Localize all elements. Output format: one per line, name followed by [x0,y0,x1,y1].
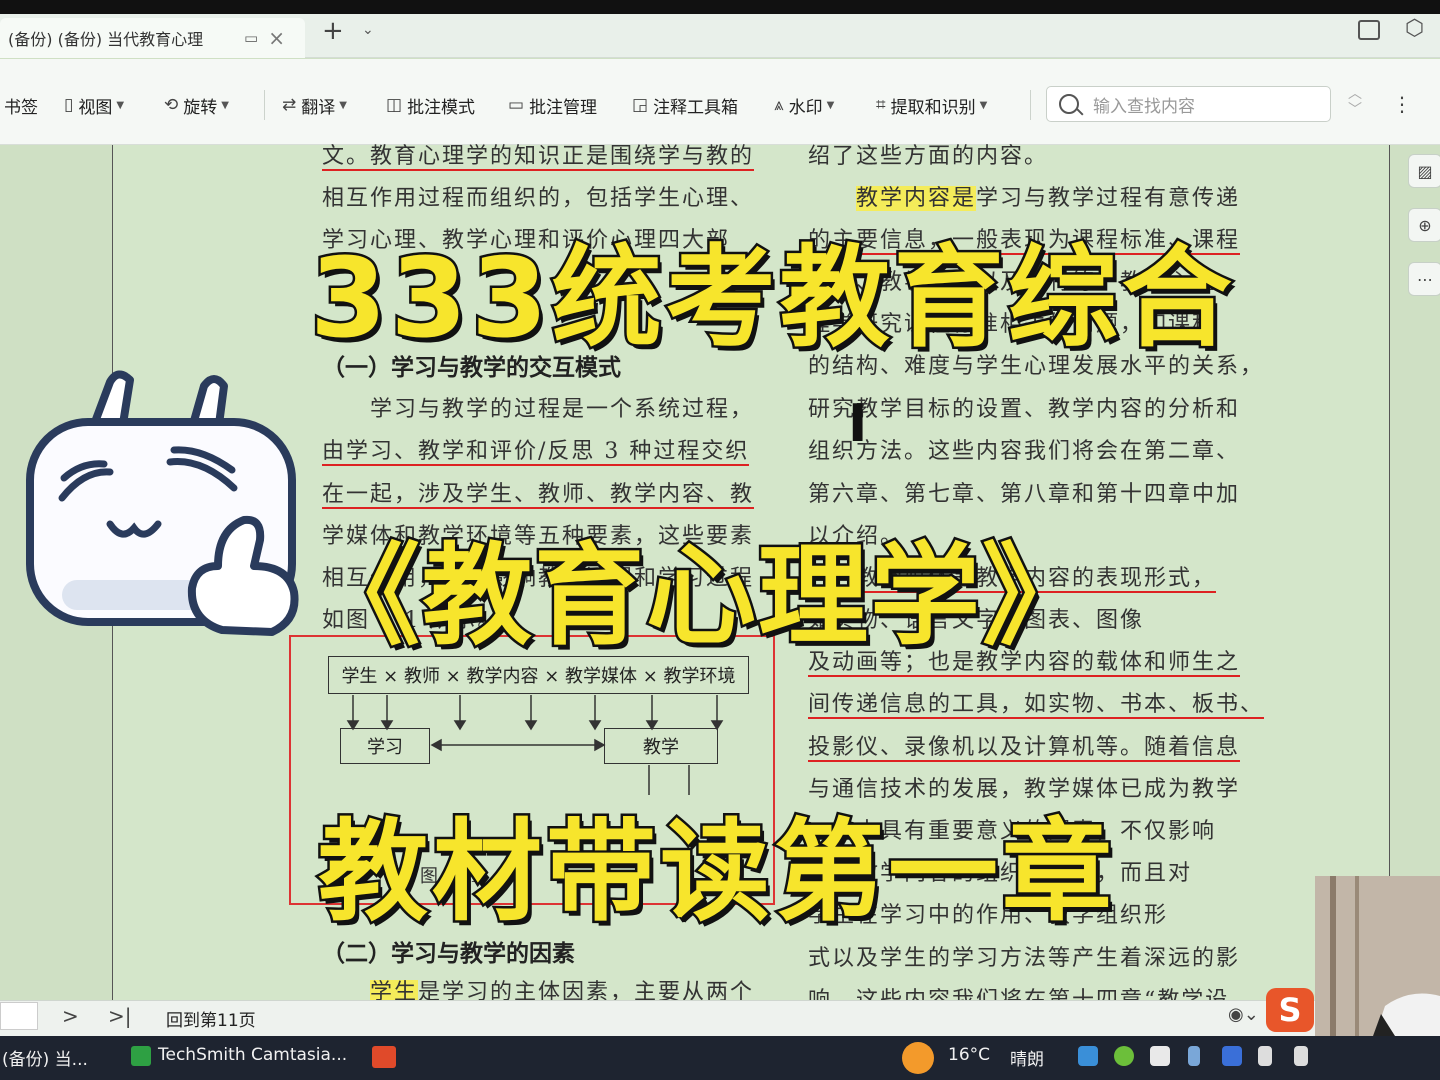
bookmark-button[interactable]: 书签 [4,92,38,118]
text-line: 在一起，涉及学生、教师、教学内容、教 [322,482,755,509]
side-tools: ▨ ⊕ ⋯ [1402,150,1440,300]
annotation-tools-icon: ◲ [632,95,649,115]
bookmark-label: 书签 [4,97,38,118]
annotation-manage-label: 批注管理 [529,97,598,118]
tab-document[interactable]: (备份) (备份) 当代教育心理 ▭ × [0,18,305,58]
weather-sun-icon [902,1042,934,1074]
toolbar-divider [264,90,265,120]
text-line: 间传递信息的工具，如实物、书本、板书、 [808,692,1265,719]
extract-label: 提取和识别 [890,97,976,118]
annotation-mode-button[interactable]: ◫ 批注模式 [386,92,475,118]
chevron-down-icon: ▼ [979,99,988,111]
annotation-mode-label: 批注模式 [407,97,476,118]
search-placeholder: 输入查找内容 [1093,96,1195,117]
text-line: 由学习、教学和评价/反思 3 种过程交织 [322,439,750,466]
image-tool-icon[interactable]: ▨ [1408,154,1440,188]
watermark-icon: ⩓ [774,95,784,115]
shield-icon[interactable] [1150,1046,1170,1066]
webcam-overlay [1315,876,1440,1036]
annotation-mode-icon: ◫ [386,95,403,115]
chevron-down-icon: ▼ [339,99,347,111]
comment-icon: ▭ [508,95,525,115]
view-button[interactable]: ▯ 视图 ▼ [64,92,124,118]
camtasia-icon [131,1046,151,1066]
text-line: 组织方法。这些内容我们将会在第二章、 [808,439,1241,464]
search-icon [1059,94,1079,114]
text-line: 研究教学目标的设置、教学内容的分析和 [808,397,1241,422]
toolbar-divider [1030,90,1031,120]
monitor-icon[interactable]: ▭ [244,29,258,47]
chevron-down-icon: ▼ [221,99,229,111]
tray-app-icon[interactable] [1258,1046,1272,1066]
view-label: 视图 [78,97,113,118]
search-input[interactable]: 输入查找内容 [1046,86,1331,122]
figure-learning-box: 学习 [340,728,430,764]
figure-teaching-box: 教学 [604,728,718,764]
next-page-button[interactable]: > [62,1004,79,1028]
taskbar-item-document[interactable]: (备份) 当... [2,1045,88,1070]
chevron-down-icon: ▼ [116,99,125,111]
security-icon[interactable] [1222,1046,1242,1066]
cube-icon[interactable]: ⬡ [1405,16,1424,41]
weather-text: 晴朗 [1010,1050,1044,1070]
tray-app-icon[interactable] [1294,1046,1308,1066]
back-to-page-link[interactable]: 回到第11页 [166,1006,256,1031]
mascot-sticker [26,370,299,636]
annotation-tools-button[interactable]: ◲ 注释工具箱 [632,92,738,118]
translate-icon: ⇄ [282,95,297,115]
zoom-in-icon[interactable]: ⊕ [1408,208,1440,242]
translate-button[interactable]: ⇄ 翻译 ▼ [282,92,347,118]
extract-button[interactable]: ⌗ 提取和识别 ▼ [876,92,987,118]
top-strip [0,0,1440,14]
text-line: 文。教育心理学的知识正是围绕学与教的 [322,144,755,171]
tab-title: (备份) (备份) 当代教育心理 [8,30,204,49]
text-line: 学习与教学的过程是一个系统过程， [370,397,755,422]
app-icon[interactable] [372,1046,396,1068]
taskbar-item-camtasia[interactable]: TechSmith Camtasia... [158,1045,347,1065]
chevron-down-icon: ▼ [826,99,835,111]
more-options-icon[interactable]: ⋮ [1392,92,1412,116]
text-line: 式以及学生的学习方法等产生着深远的影 [808,946,1241,971]
usb-icon[interactable] [1188,1046,1200,1066]
rotate-button[interactable]: ⟲ 旋转 ▼ [164,92,229,118]
last-page-button[interactable]: >| [108,1004,132,1028]
overlay-subtitle: 《教育心理学》 [308,530,1095,663]
watermark-label: 水印 [788,97,823,118]
temperature: 16°C [948,1045,991,1065]
tray-app-icon[interactable] [1078,1046,1098,1066]
annotation-manage-button[interactable]: ▭ 批注管理 [508,92,597,118]
window-layout-icon[interactable] [1358,20,1380,40]
overlay-title: 333统考教育综合 [308,232,1236,365]
watermark-button[interactable]: ⩓ 水印 ▼ [774,92,834,118]
eye-icon[interactable]: ◉⌄ [1228,1004,1259,1025]
sogou-ime-icon[interactable]: S [1266,988,1314,1032]
text-line: 投影仪、录像机以及计算机等。随着信息 [808,735,1241,762]
rotate-label: 旋转 [183,97,218,118]
tab-bar: (备份) (备份) 当代教育心理 ▭ × [0,14,1440,58]
search-prev-next[interactable]: ︿ ﹀ [1348,86,1362,118]
more-tools-icon[interactable]: ⋯ [1408,262,1440,296]
text-cursor-icon: I [848,394,868,454]
new-tab-button[interactable]: + [322,18,344,44]
text-line: 绍了这些方面的内容。 [808,144,1049,169]
text-line: 第六章、第七章、第八章和第十四章中加 [808,482,1241,507]
page-icon: ▯ [64,95,74,115]
overlay-chapter: 教材带读第一章 [316,806,1116,939]
tab-list-dropdown[interactable]: ⌄ [362,22,374,38]
rotate-icon: ⟲ [164,95,179,115]
translate-label: 翻译 [301,97,336,118]
tray-app-icon[interactable] [1114,1046,1134,1066]
webcam-figure [1315,876,1440,1036]
close-icon[interactable]: × [268,26,285,50]
page-number-input[interactable] [0,1002,38,1030]
scan-icon: ⌗ [876,95,886,115]
annotation-tools-label: 注释工具箱 [653,97,739,118]
